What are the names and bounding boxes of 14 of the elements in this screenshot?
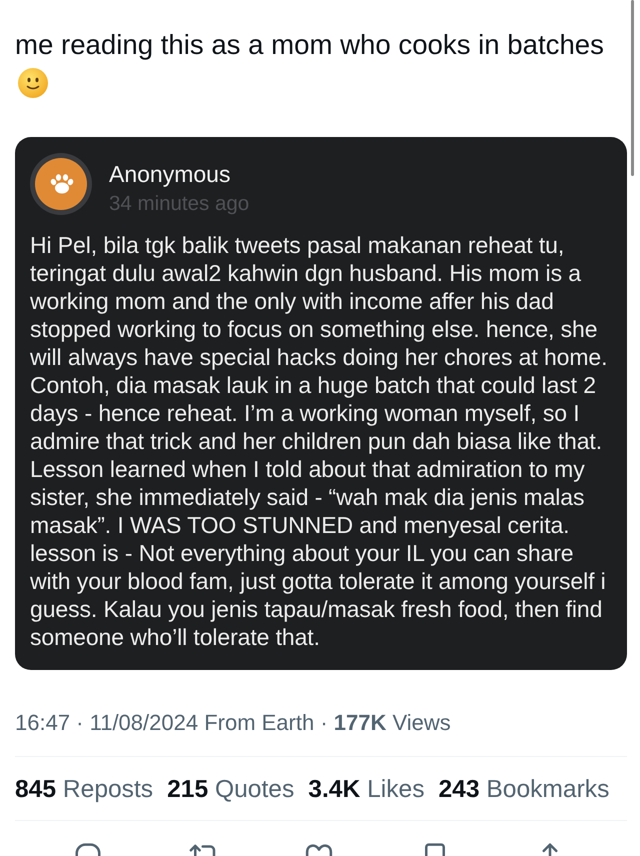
tweet-timestamp-line: 16:47 · 11/08/2024 From Earth · 177K Views [15, 709, 451, 737]
reply-icon[interactable] [73, 842, 103, 856]
engagement-stat-link[interactable]: 243 Bookmarks [438, 776, 610, 804]
post-body-text: Hi Pel, bila tgk balik tweets pasal makanan reheat tu, teringat dulu awal2 kahwin dgn husband. His mom is a working mom and the only with income affer his dad stopped working to focus on something else. hence, she will always have special hacks doing her chores at home. Contoh, dia masak lauk in a huge batch that could last 2 days - hence reheat. I’m a working woman myself, so I admire that trick and her children pun dah biasa like that. Lesson learned when I told about that admiration to my sister, she immediately said - “wah mak dia jenis malas masak”. I WAS TOO STUNNED and menyesal cerita. lesson is - Not everything about your IL you can share with your blood fam, just gotta tolerate it among yourself i guess. Kalau you jenis tapau/masak fresh food, then find someone who’ll tolerate that. [30, 231, 608, 651]
repost-icon[interactable] [188, 842, 218, 856]
author-name: Anonymous [109, 160, 230, 188]
engagement-stat-link[interactable]: 3.4K Likes [308, 776, 424, 804]
tweet-text: me reading this as a mom who cooks in batches [15, 28, 604, 62]
smiling-face-icon [18, 68, 48, 98]
heart-icon[interactable] [304, 842, 334, 856]
paw-avatar-icon [30, 153, 92, 215]
engagement-stat-link[interactable]: 845 Reposts [15, 776, 154, 804]
engagement-stat-link[interactable]: 215 Quotes [167, 776, 294, 804]
scrollbar-thumb[interactable] [631, 0, 634, 176]
